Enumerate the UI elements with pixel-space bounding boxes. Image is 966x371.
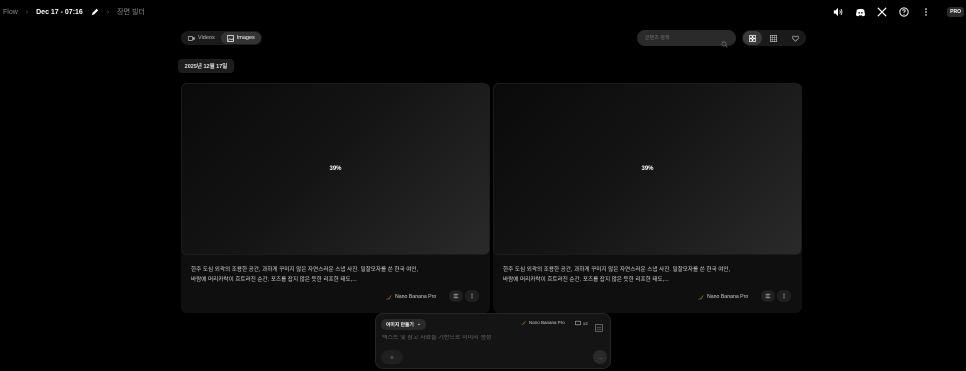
prompt-description: 한주 도심 외곽의 조용한 공간, 과하게 꾸미지 않은 자연스러운 스냅 사진… (191, 267, 419, 283)
grid-large-button[interactable] (743, 31, 763, 45)
composer-model-name: Nano Banana Pro (529, 320, 565, 325)
image-card[interactable]: 39% 한주 도심 외곽의 조용한 공간, 과하게 꾸미지 않은 자연스러운 스… (181, 83, 490, 313)
image-icon (226, 34, 234, 42)
favorites-button[interactable] (786, 31, 805, 45)
x-logo-icon[interactable] (876, 6, 888, 18)
banana-icon (386, 295, 392, 300)
reuse-prompt-button[interactable] (449, 290, 463, 302)
banana-icon (698, 295, 704, 300)
breadcrumb-scene[interactable]: 장면 빌더 (117, 7, 145, 17)
progress-text: 39% (329, 166, 342, 172)
search-box (637, 30, 736, 48)
grid-large-icon (749, 34, 757, 42)
discord-icon[interactable] (854, 6, 866, 18)
grid-small-button[interactable] (764, 31, 783, 45)
breadcrumb: Flow › Dec 17 - 07:16 › 장면 빌더 (3, 7, 145, 17)
reuse-prompt-button[interactable] (761, 290, 775, 302)
tab-images[interactable]: Images (220, 32, 261, 44)
mode-dropdown[interactable]: 이미지 만들기 ⌄ (381, 319, 426, 330)
more-options-button[interactable] (777, 290, 791, 302)
prompt-composer: 이미지 만들기 ⌄ Nano Banana Pro x2 + → (375, 313, 611, 369)
model-label: Nano Banana Pro (698, 292, 748, 302)
tab-videos[interactable]: Videos (182, 32, 221, 44)
add-reference-button[interactable]: + (381, 350, 403, 364)
send-button[interactable]: → (593, 350, 607, 364)
model-label: Nano Banana Pro (386, 292, 436, 302)
video-icon (188, 35, 195, 41)
prompt-reuse-icon (453, 293, 459, 299)
arrow-right-icon: → (596, 352, 604, 362)
chevron-down-icon: ⌄ (416, 322, 421, 327)
prompt-description: 한주 도심 외곽의 조용한 공간, 과하게 꾸미지 않은 자연스러운 스냅 사진… (503, 267, 731, 283)
view-toggle (742, 30, 806, 46)
more-options-button[interactable] (465, 290, 479, 302)
banana-icon (521, 321, 526, 325)
search-icon[interactable] (721, 35, 728, 48)
search-input[interactable] (645, 35, 717, 41)
settings-icon[interactable] (595, 319, 603, 332)
progress-text: 39% (641, 166, 654, 172)
tab-videos-label: Videos (198, 35, 215, 41)
project-title[interactable]: Dec 17 - 07:16 (36, 9, 83, 16)
chevron-right-icon: › (106, 8, 110, 16)
more-vertical-icon (471, 293, 473, 299)
prompt-input[interactable] (382, 335, 602, 341)
output-count[interactable]: x2 (575, 320, 588, 326)
mode-label: 이미지 만들기 (386, 323, 414, 328)
date-group-label: 2025년 12월 17일 (178, 59, 234, 73)
composer-model[interactable]: Nano Banana Pro (521, 320, 565, 325)
model-name: Nano Banana Pro (707, 294, 749, 300)
model-name: Nano Banana Pro (395, 294, 437, 300)
header-actions (832, 6, 932, 18)
aspect-ratio-icon (575, 320, 581, 326)
tab-images-label: Images (236, 35, 255, 41)
more-vertical-icon[interactable] (920, 6, 932, 18)
plus-icon: + (389, 352, 395, 362)
media-tabs: Videos Images (181, 31, 262, 45)
help-icon[interactable] (898, 6, 910, 18)
pro-badge: PRO (947, 7, 964, 17)
grid-small-icon (770, 34, 778, 42)
prompt-reuse-icon (765, 293, 771, 299)
output-count-value: x2 (583, 320, 588, 326)
speaker-icon[interactable] (832, 6, 844, 18)
heart-icon (791, 35, 799, 42)
chevron-right-icon: › (25, 8, 29, 16)
image-card[interactable]: 39% 한주 도심 외곽의 조용한 공간, 과하게 꾸미지 않은 자연스러운 스… (493, 83, 802, 313)
more-vertical-icon (783, 293, 785, 299)
edit-icon[interactable] (91, 8, 99, 16)
breadcrumb-root[interactable]: Flow (3, 9, 18, 16)
